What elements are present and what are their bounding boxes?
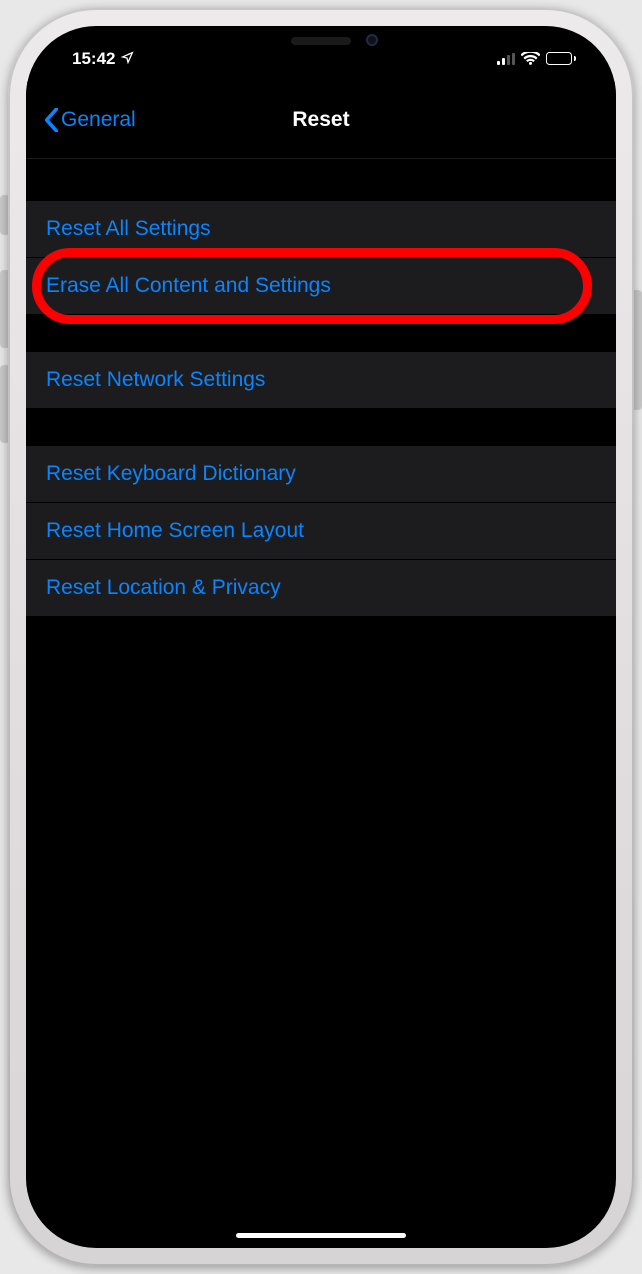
back-label: General xyxy=(61,108,136,132)
row-label: Erase All Content and Settings xyxy=(46,274,331,297)
row-reset-network-settings[interactable]: Reset Network Settings xyxy=(26,352,616,408)
row-label: Reset Network Settings xyxy=(46,368,265,391)
row-label: Reset Home Screen Layout xyxy=(46,519,304,542)
content: Reset All Settings Erase All Content and… xyxy=(26,159,616,1248)
home-indicator[interactable] xyxy=(236,1233,406,1238)
notch xyxy=(196,26,446,60)
group-3: Reset Keyboard Dictionary Reset Home Scr… xyxy=(26,446,616,616)
wifi-icon xyxy=(521,52,540,66)
row-erase-all-content-and-settings[interactable]: Erase All Content and Settings xyxy=(26,258,616,314)
row-reset-home-screen-layout[interactable]: Reset Home Screen Layout xyxy=(26,503,616,560)
battery-icon xyxy=(546,52,576,65)
row-reset-location-and-privacy[interactable]: Reset Location & Privacy xyxy=(26,560,616,616)
nav-bar: General Reset xyxy=(26,81,616,159)
group-2: Reset Network Settings xyxy=(26,352,616,408)
group-1: Reset All Settings Erase All Content and… xyxy=(26,201,616,314)
status-time: 15:42 xyxy=(72,49,115,69)
location-arrow-icon xyxy=(121,49,134,69)
device-frame: 15:42 xyxy=(8,8,634,1266)
page-title: Reset xyxy=(292,108,349,132)
chevron-left-icon xyxy=(44,108,59,132)
row-reset-keyboard-dictionary[interactable]: Reset Keyboard Dictionary xyxy=(26,446,616,503)
back-button[interactable]: General xyxy=(36,100,144,140)
row-label: Reset All Settings xyxy=(46,217,211,240)
row-label: Reset Location & Privacy xyxy=(46,576,281,599)
row-reset-all-settings[interactable]: Reset All Settings xyxy=(26,201,616,258)
cellular-signal-icon xyxy=(497,53,515,65)
row-label: Reset Keyboard Dictionary xyxy=(46,462,296,485)
screen: 15:42 xyxy=(26,26,616,1248)
